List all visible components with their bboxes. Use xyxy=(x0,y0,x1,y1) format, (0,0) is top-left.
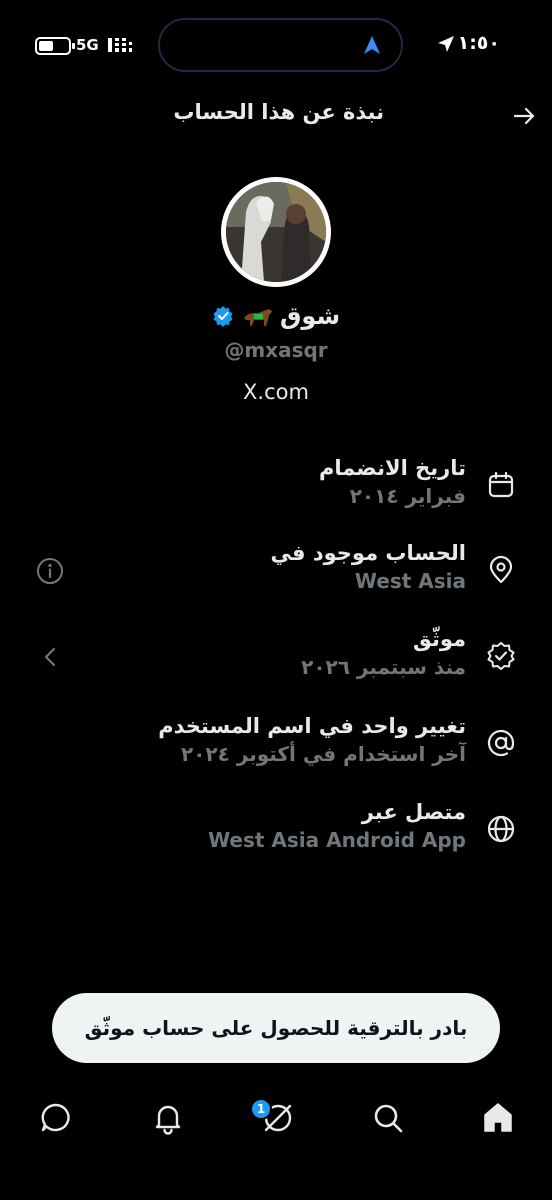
search-icon[interactable] xyxy=(370,1100,406,1136)
at-sign-icon xyxy=(487,729,515,757)
globe-icon xyxy=(487,815,515,843)
connected-via-label: متصل عبر xyxy=(361,800,466,824)
network-label: 5G xyxy=(76,36,99,54)
navigation-arrow-icon xyxy=(364,36,380,54)
username-change-value: آخر استخدام في أكتوبر ٢٠٢٤ xyxy=(180,742,466,766)
upgrade-verified-label: بادر بالترقية للحصول على حساب موثّق xyxy=(84,1016,468,1040)
connected-via-value: West Asia Android App xyxy=(208,828,466,852)
status-bar: 5G ١:٥٠ xyxy=(0,0,552,90)
avatar-image xyxy=(226,182,326,282)
calendar-icon xyxy=(488,471,514,498)
back-arrow-icon[interactable] xyxy=(512,104,536,128)
username-change-label: تغيير واحد في اسم المستخدم xyxy=(158,714,466,738)
home-icon[interactable] xyxy=(480,1100,516,1136)
location-label: الحساب موجود في xyxy=(270,541,466,565)
status-time: ١:٥٠ xyxy=(457,32,500,54)
signal-icon xyxy=(108,38,132,52)
notification-count-badge: 1 xyxy=(250,1098,272,1120)
messages-icon[interactable] xyxy=(38,1100,74,1136)
display-name-row: شوق xyxy=(0,302,552,330)
verified-value: منذ سبتمبر ٢٠٢٦ xyxy=(301,655,466,679)
info-circle-icon[interactable] xyxy=(36,557,64,585)
horse-emoji-icon xyxy=(243,309,272,326)
chevron-left-icon[interactable] xyxy=(36,643,64,671)
info-row-connected-via: متصل عبر West Asia Android App xyxy=(0,800,552,860)
avatar[interactable] xyxy=(221,177,331,287)
verified-badge-icon xyxy=(213,306,233,327)
location-value: West Asia xyxy=(354,569,466,593)
header: نبذة عن هذا الحساب xyxy=(0,96,552,136)
display-name: شوق xyxy=(279,302,341,330)
upgrade-verified-button[interactable]: بادر بالترقية للحصول على حساب موثّق xyxy=(52,993,500,1063)
verified-badge-icon xyxy=(487,642,515,670)
join-date-value: فبراير ٢٠١٤ xyxy=(349,484,466,508)
info-row-join-date: تاريخ الانضمام فبراير ٢٠١٤ xyxy=(0,456,552,516)
dynamic-island xyxy=(158,18,403,72)
notifications-icon[interactable] xyxy=(150,1100,186,1136)
info-row-verified[interactable]: موثّق منذ سبتمبر ٢٠٢٦ xyxy=(0,627,552,687)
verified-label: موثّق xyxy=(413,627,466,651)
user-handle: @mxasqr xyxy=(224,338,328,362)
profile-link[interactable]: X.com xyxy=(0,380,552,404)
location-pin-icon xyxy=(489,555,513,584)
info-row-username-change: تغيير واحد في اسم المستخدم آخر استخدام ف… xyxy=(0,714,552,774)
battery-icon xyxy=(35,37,75,55)
info-row-location: الحساب موجود في West Asia xyxy=(0,541,552,601)
page-title: نبذة عن هذا الحساب xyxy=(173,100,384,124)
join-date-label: تاريخ الانضمام xyxy=(319,456,466,480)
location-arrow-icon xyxy=(438,36,454,52)
bottom-nav: 1 xyxy=(0,1088,552,1152)
